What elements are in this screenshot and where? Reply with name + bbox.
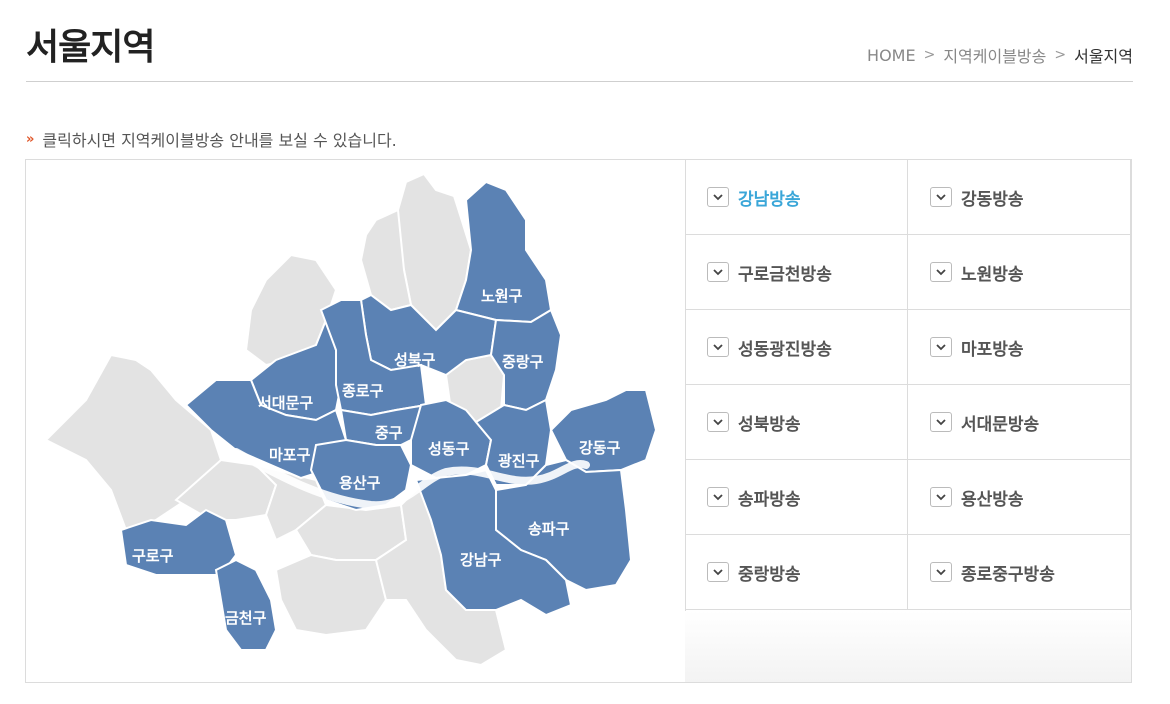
broadcaster-label: 구로금천방송 — [738, 264, 832, 285]
broadcaster-label: 노원방송 — [961, 264, 1024, 285]
map-region-gwanak — [274, 553, 388, 637]
district-label-jungnang: 중랑구 — [502, 353, 544, 371]
chevron-down-icon — [930, 337, 952, 357]
map-region-geumcheon[interactable] — [214, 558, 278, 651]
broadcaster-item[interactable]: 중랑방송 — [685, 535, 908, 610]
district-label-yongsan: 용산구 — [339, 474, 381, 492]
broadcaster-item[interactable]: 마포방송 — [908, 310, 1131, 385]
breadcrumb-home[interactable]: HOME — [867, 46, 916, 65]
district-label-seongbuk: 성북구 — [394, 351, 436, 369]
breadcrumb-separator: > — [923, 47, 936, 63]
broadcaster-grid: 강남방송 강동방송구로금천방송 노원방송성동광진방송 마포방송성북방송 서대문방송송파방… — [685, 160, 1131, 610]
chevron-down-icon — [930, 262, 952, 282]
broadcaster-label: 강남방송 — [738, 189, 801, 210]
bullet-arrow-icon: » — [26, 131, 35, 147]
chevron-down-icon — [707, 187, 729, 207]
broadcaster-label: 서대문방송 — [961, 414, 1040, 435]
district-label-seongdong: 성동구 — [428, 440, 470, 458]
broadcaster-label: 송파방송 — [738, 489, 801, 510]
chevron-down-icon — [930, 412, 952, 432]
chevron-down-icon — [707, 562, 729, 582]
broadcaster-label: 강동방송 — [961, 189, 1024, 210]
notice: » 클릭하시면 지역케이블방송 안내를 보실 수 있습니다. — [26, 127, 397, 151]
district-label-jongno: 종로구 — [342, 382, 384, 400]
district-label-gangnam: 강남구 — [460, 551, 502, 569]
broadcaster-item[interactable]: 강동방송 — [908, 160, 1131, 235]
broadcaster-item[interactable]: 강남방송 — [685, 160, 908, 235]
broadcaster-label: 중랑방송 — [738, 564, 801, 585]
broadcaster-label: 용산방송 — [961, 489, 1024, 510]
broadcaster-item[interactable]: 성동광진방송 — [685, 310, 908, 385]
chevron-down-icon — [707, 337, 729, 357]
chevron-down-icon — [707, 262, 729, 282]
seoul-map-svg: 노원구 성북구 중랑구 서대문구 종로구 중구 마포구 성동구 광진구 강동구 … — [44, 172, 658, 667]
breadcrumb-current: 서울지역 — [1074, 47, 1133, 66]
district-label-gangdong: 강동구 — [579, 439, 621, 457]
broadcaster-item[interactable]: 구로금천방송 — [685, 235, 908, 310]
grid-empty-area — [685, 611, 1131, 682]
region-panel: 노원구 성북구 중랑구 서대문구 종로구 중구 마포구 성동구 광진구 강동구 … — [25, 159, 1132, 683]
broadcaster-item[interactable]: 송파방송 — [685, 460, 908, 535]
page-title: 서울지역 — [26, 27, 155, 68]
district-label-songpa: 송파구 — [528, 520, 570, 538]
breadcrumb-separator: > — [1054, 47, 1067, 63]
chevron-down-icon — [930, 487, 952, 507]
district-label-guro: 구로구 — [132, 547, 174, 565]
broadcaster-label: 성북방송 — [738, 414, 801, 435]
district-label-gwangjin: 광진구 — [498, 452, 540, 470]
broadcaster-item[interactable]: 종로중구방송 — [908, 535, 1131, 610]
chevron-down-icon — [707, 412, 729, 432]
breadcrumb-level1[interactable]: 지역케이블방송 — [943, 43, 1046, 67]
broadcaster-item[interactable]: 노원방송 — [908, 235, 1131, 310]
broadcaster-item[interactable]: 서대문방송 — [908, 385, 1131, 460]
title-divider — [26, 81, 1133, 82]
broadcaster-label: 마포방송 — [961, 339, 1024, 360]
chevron-down-icon — [930, 187, 952, 207]
district-label-nowon: 노원구 — [481, 287, 523, 305]
broadcaster-label: 성동광진방송 — [738, 339, 832, 360]
notice-text: 클릭하시면 지역케이블방송 안내를 보실 수 있습니다. — [42, 131, 397, 150]
district-label-seodaemun: 서대문구 — [258, 394, 313, 412]
broadcaster-item[interactable]: 성북방송 — [685, 385, 908, 460]
breadcrumb: HOME > 지역케이블방송 > 서울지역 — [867, 43, 1133, 67]
district-label-jung: 중구 — [375, 424, 403, 442]
district-label-geumcheon: 금천구 — [225, 609, 267, 627]
broadcaster-label: 종로중구방송 — [961, 564, 1055, 585]
district-label-mapo: 마포구 — [269, 446, 311, 464]
chevron-down-icon — [707, 487, 729, 507]
broadcaster-item[interactable]: 용산방송 — [908, 460, 1131, 535]
seoul-map: 노원구 성북구 중랑구 서대문구 종로구 중구 마포구 성동구 광진구 강동구 … — [26, 160, 686, 682]
chevron-down-icon — [930, 562, 952, 582]
